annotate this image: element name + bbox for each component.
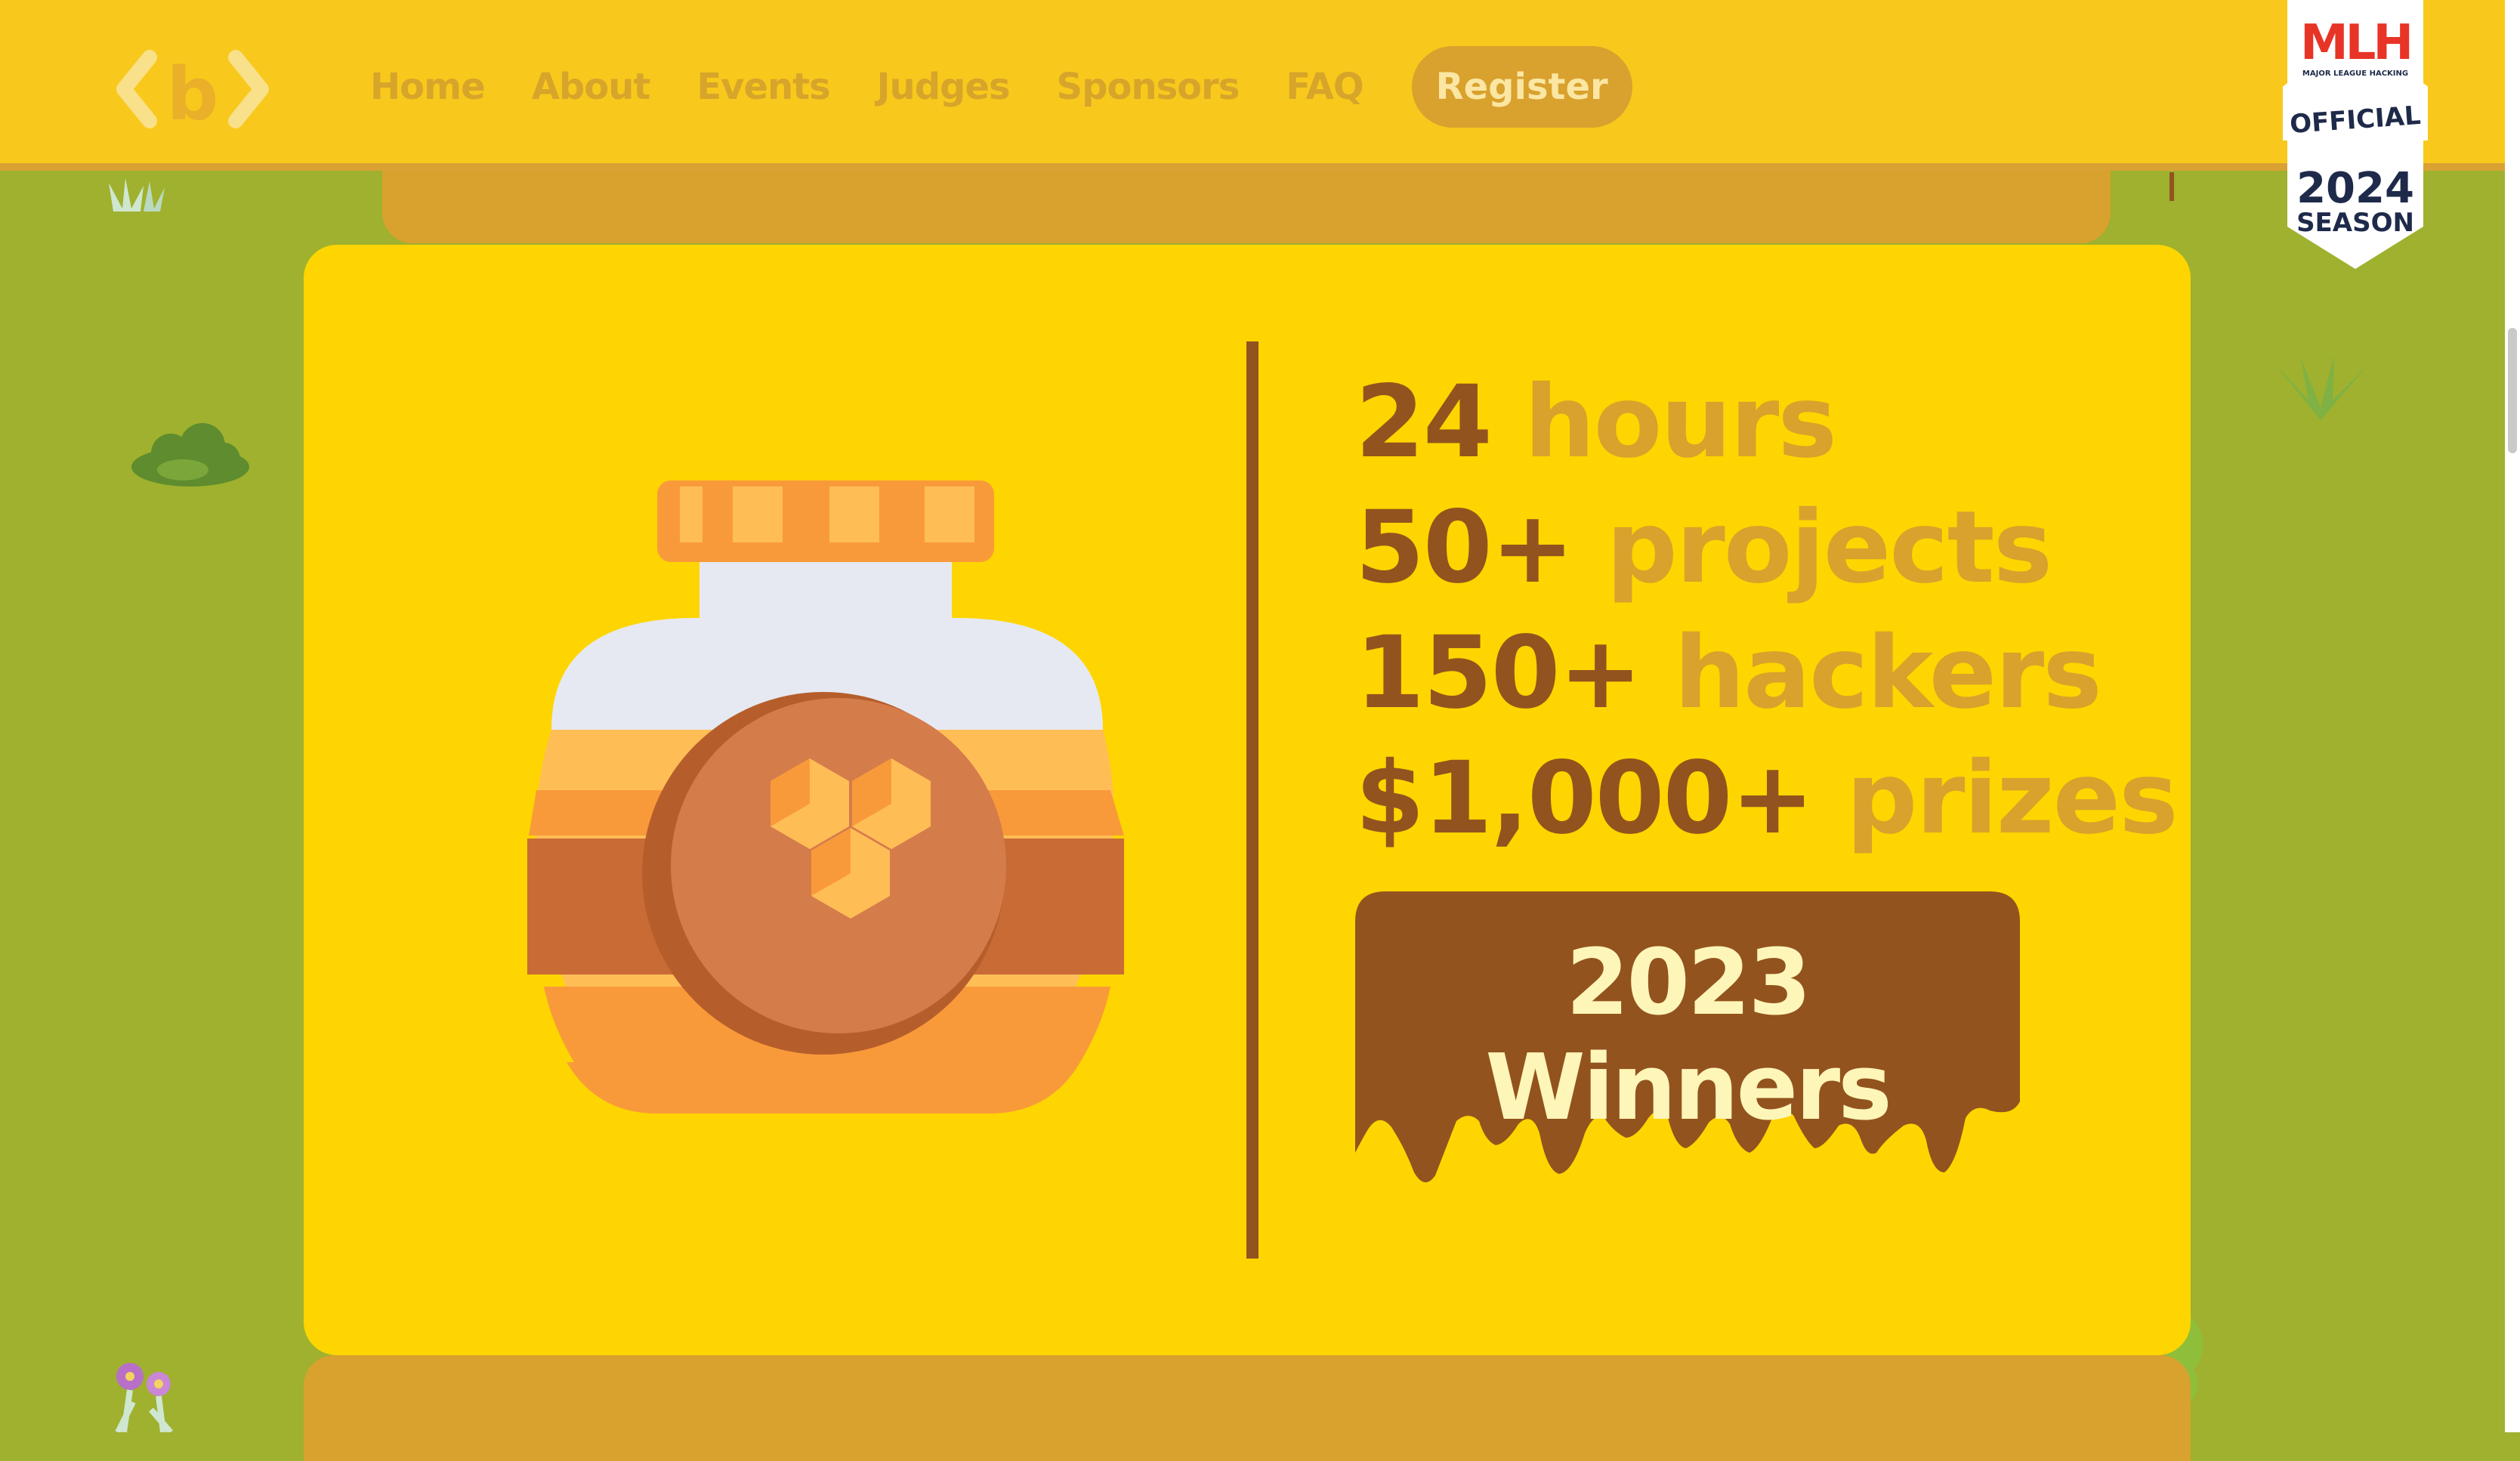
navbar: b Home About Events Judges Sponsors FAQ …	[0, 0, 2505, 171]
mlh-season-badge[interactable]: MLH MAJOR LEAGUE HACKING OFFICIAL 2024 S…	[2280, 0, 2431, 269]
stat-label: hackers	[1674, 615, 2102, 731]
site-logo[interactable]: b	[113, 44, 272, 137]
post-stub	[2169, 172, 2174, 201]
nav-events[interactable]: Events	[696, 66, 830, 108]
previous-section-tab	[382, 171, 2111, 243]
stat-label: prizes	[1845, 740, 2179, 857]
mlh-letters: MLH	[2300, 15, 2410, 71]
mlh-season-text: SEASON	[2296, 208, 2414, 238]
stat-label: projects	[1606, 490, 2052, 606]
stats-card: 24 hours 50+ projects 150+ hackers $1,00…	[304, 245, 2191, 1355]
mlh-year-text: 2024	[2296, 164, 2414, 213]
stats-list: 24 hours 50+ projects 150+ hackers $1,00…	[1355, 360, 2179, 861]
stat-prizes: $1,000+ prizes	[1355, 736, 2179, 861]
nav-judges[interactable]: Judges	[877, 66, 1011, 108]
grass-tuft-icon	[109, 178, 165, 212]
nav-about[interactable]: About	[532, 66, 651, 108]
page-scrollbar[interactable]	[2505, 0, 2520, 1432]
logo-letter: b	[167, 52, 219, 134]
code-brackets-logo-icon: b	[116, 50, 269, 137]
stat-hackers: 150+ hackers	[1355, 610, 2177, 736]
register-button[interactable]: Register	[1411, 46, 1632, 128]
nav-home[interactable]: Home	[370, 66, 486, 108]
scrollbar-thumb[interactable]	[2508, 328, 2517, 453]
stat-number: 150+	[1355, 615, 1642, 731]
nav-faq[interactable]: FAQ	[1286, 66, 1363, 108]
next-section-tab	[304, 1355, 2191, 1461]
stat-number: 24	[1355, 364, 1493, 480]
bush-icon	[131, 423, 249, 486]
vertical-divider	[1246, 341, 1258, 1259]
stat-number: $1,000+	[1355, 740, 1814, 857]
nav-sponsors[interactable]: Sponsors	[1057, 66, 1240, 108]
stat-label: hours	[1524, 364, 1837, 480]
mlh-logo-text: MLH	[2300, 15, 2410, 71]
stat-projects: 50+ projects	[1355, 485, 2177, 610]
flower-icon	[115, 1363, 174, 1432]
stat-hours: 24 hours	[1355, 360, 2177, 485]
grass-tuft-icon	[2274, 355, 2367, 420]
honey-jar-icon	[521, 480, 1126, 1115]
mlh-subtitle: MAJOR LEAGUE HACKING	[2302, 69, 2408, 78]
winners-button[interactable]: 2023 Winners	[1355, 891, 2020, 1194]
stat-number: 50+	[1355, 490, 1574, 606]
winners-label: 2023 Winners	[1485, 931, 1892, 1141]
nav-links: Home About Events Judges Sponsors FAQ Re…	[370, 45, 1632, 128]
